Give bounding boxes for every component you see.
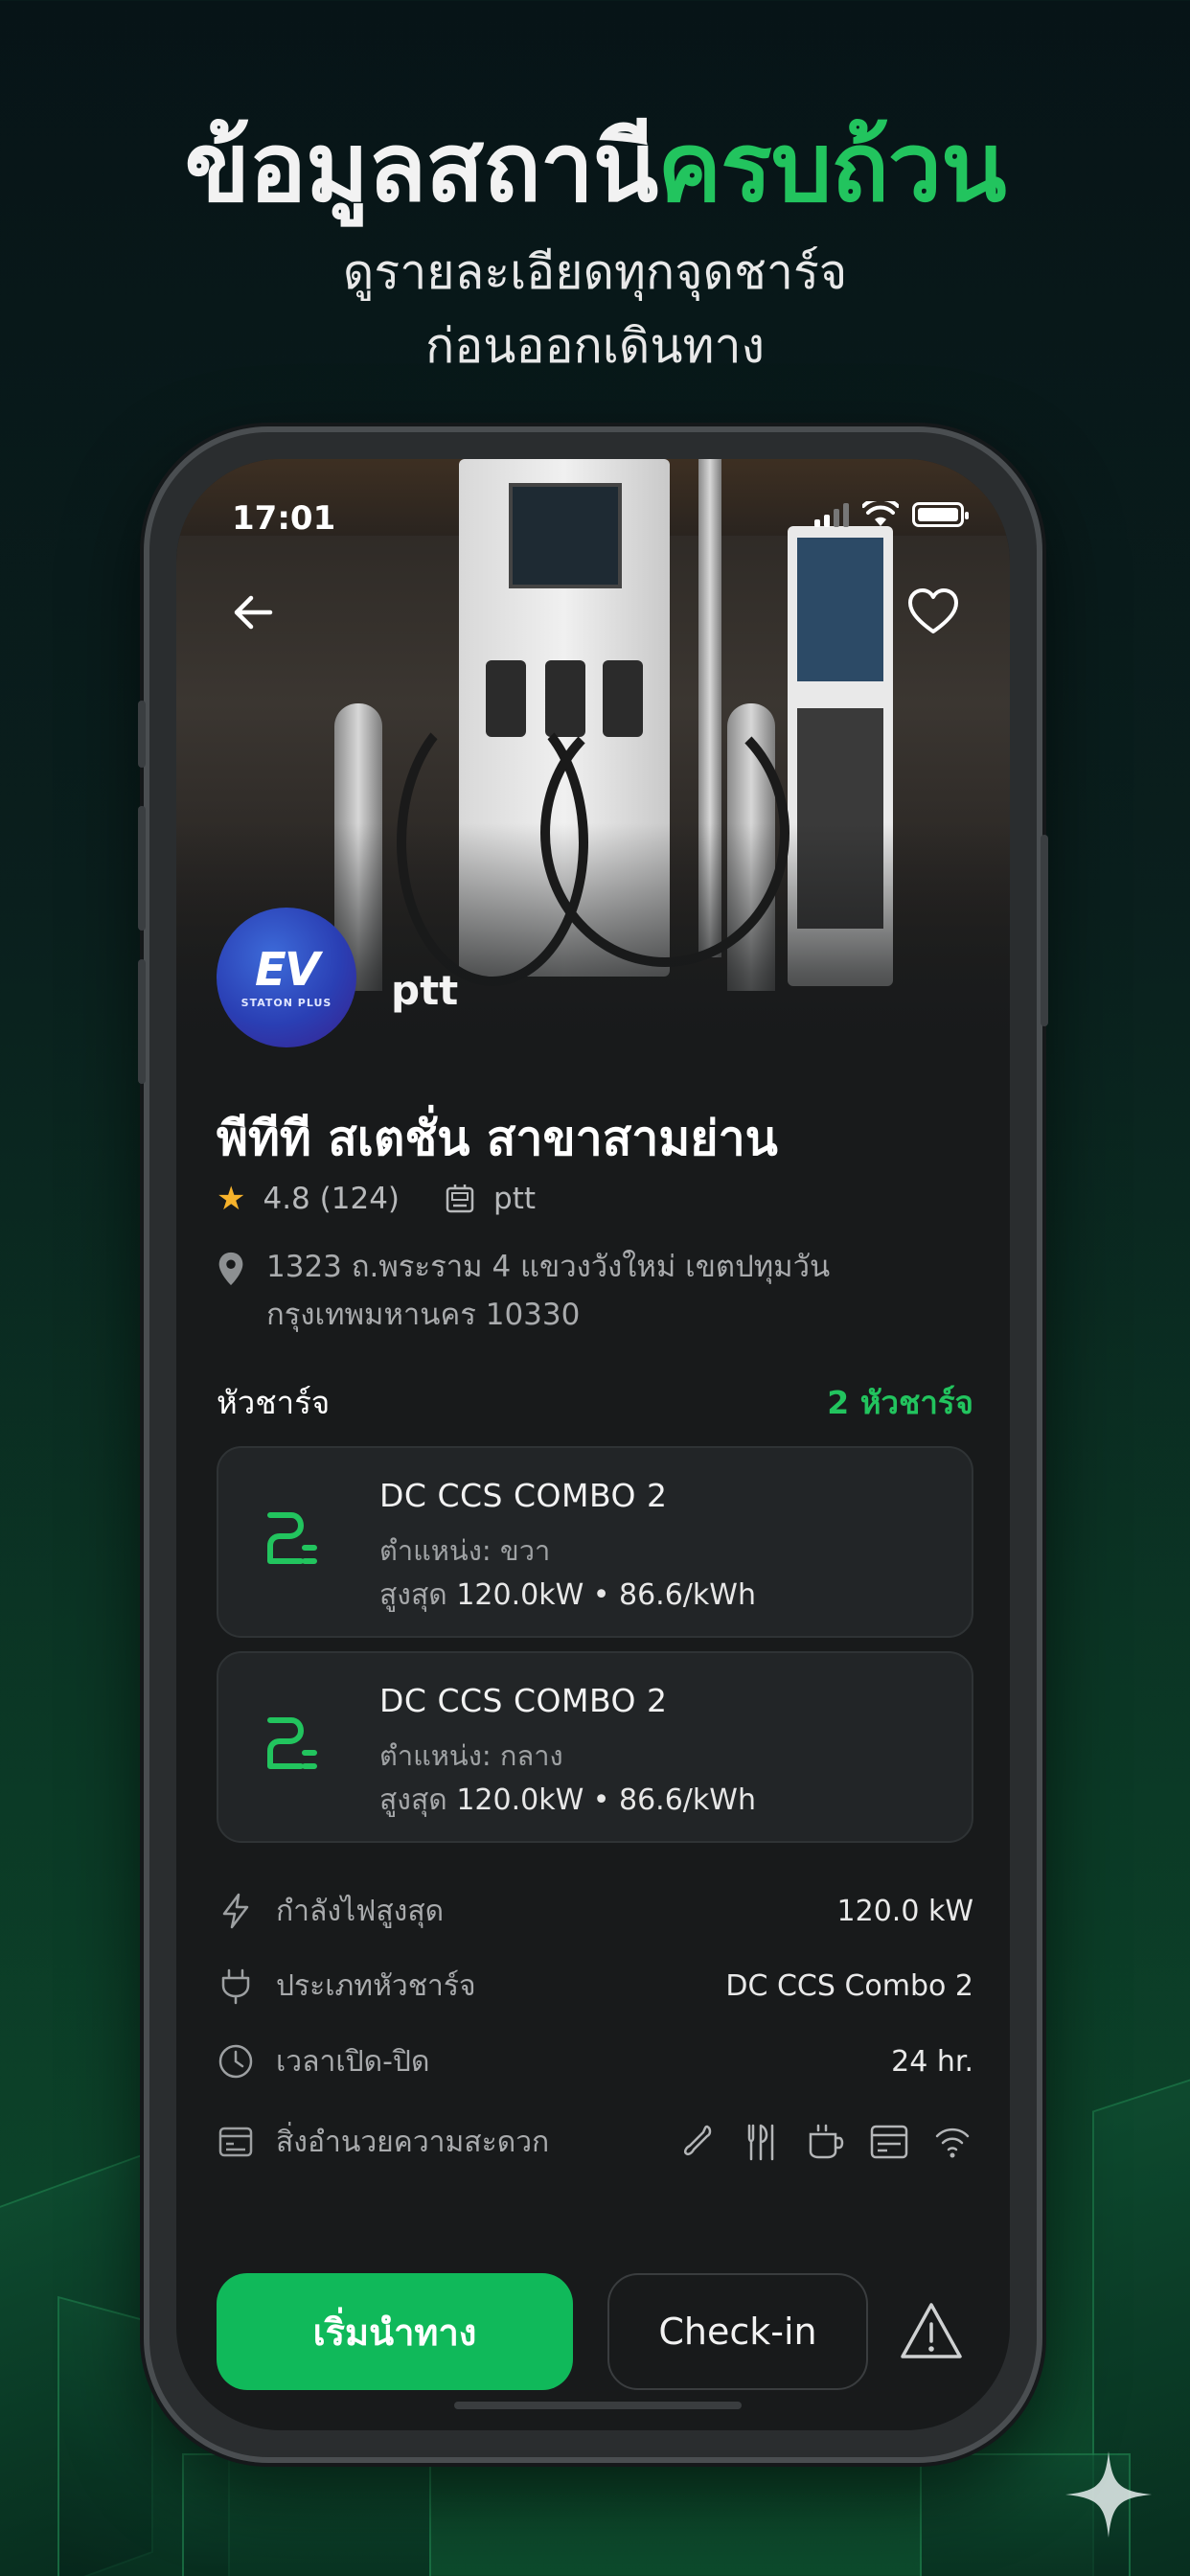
connector-spec: สูงสุด 120.0kW • 86.6/kWh <box>379 1783 756 1817</box>
home-indicator <box>454 2402 742 2409</box>
status-icons <box>814 501 969 528</box>
phone-side-button <box>138 701 146 768</box>
star-icon: ★ <box>217 1180 246 1218</box>
status-time: 17:01 <box>232 499 336 538</box>
start-navigation-button[interactable]: เริ่มนำทาง <box>217 2273 573 2390</box>
background-building <box>182 2453 431 2576</box>
review-count: (124) <box>319 1182 400 1216</box>
ev-plug-icon <box>267 1717 317 1769</box>
operator-name: ptt <box>391 967 459 1014</box>
ev-plug-icon <box>267 1512 317 1564</box>
signal-icon <box>814 502 849 527</box>
rating-value: 4.8 <box>263 1182 310 1216</box>
connector-position: ตำแหน่ง: กลาง <box>379 1739 563 1772</box>
report-warning-icon[interactable] <box>897 2297 966 2366</box>
toilet-icon <box>683 2125 712 2156</box>
wifi-status-icon <box>862 501 899 526</box>
amenity-icons <box>678 2121 973 2163</box>
connectors-count: 2 หัวชาร์จ <box>827 1384 973 1421</box>
address-line1: 1323 ถ.พระราม 4 แขวงวังใหม่ เขตปทุมวัน <box>266 1250 831 1284</box>
headline-white: ข้อมูลสถานี <box>184 111 659 223</box>
connectors-header: หัวชาร์จ 2 หัวชาร์จ <box>217 1377 973 1428</box>
detail-connector-type: ประเภทหัวชาร์จ DC CCS Combo 2 <box>217 1957 973 2014</box>
location-pin-icon <box>218 1252 243 1286</box>
operator-label: ptt <box>493 1182 537 1216</box>
plug-icon <box>221 1968 250 2005</box>
station-address: 1323 ถ.พระราม 4 แขวงวังใหม่ เขตปทุมวัน ก… <box>217 1243 830 1339</box>
phone-frame: 17:01 EV STATON PLUS ptt พีทีที สเตชั่น … <box>138 426 1048 2463</box>
favorite-heart-icon[interactable] <box>904 584 962 641</box>
coffee-icon <box>809 2124 844 2159</box>
restaurant-icon <box>747 2124 774 2161</box>
connector-name: DC CCS COMBO 2 <box>379 1477 668 1514</box>
wifi-icon <box>935 2128 970 2158</box>
station-logo: EV STATON PLUS <box>217 908 356 1047</box>
atm-icon <box>870 2125 908 2159</box>
connectors-label: หัวชาร์จ <box>217 1384 331 1421</box>
connector-position: ตำแหน่ง: ขวา <box>379 1534 551 1567</box>
charging-station-icon <box>446 1184 474 1213</box>
logo-text: EV <box>255 942 320 997</box>
connector-card[interactable]: DC CCS COMBO 2 ตำแหน่ง: ขวา สูงสุด 120.0… <box>217 1446 973 1638</box>
detail-max-power: กำลังไฟสูงสุด 120.0 kW <box>217 1882 973 1940</box>
sparkle-icon <box>1065 2451 1152 2538</box>
checkin-button[interactable]: Check-in <box>607 2273 868 2390</box>
connector-card[interactable]: DC CCS COMBO 2 ตำแหน่ง: กลาง สูงสุด 120.… <box>217 1651 973 1843</box>
back-arrow-icon[interactable] <box>224 584 282 641</box>
subheadline-line2: ก่อนออกเดินทาง <box>424 318 765 374</box>
logo-brand: STATON PLUS <box>240 996 332 1009</box>
store-icon <box>218 2127 253 2157</box>
lightning-icon <box>222 1893 249 1929</box>
connector-spec: สูงสุด 120.0kW • 86.6/kWh <box>379 1578 756 1612</box>
rating-row: ★ 4.8 (124) ptt <box>217 1180 536 1218</box>
page-headline: ข้อมูลสถานีครบถ้วน <box>0 91 1190 243</box>
app-screen: 17:01 EV STATON PLUS ptt พีทีที สเตชั่น … <box>176 459 1010 2430</box>
address-line2: กรุงเทพมหานคร 10330 <box>266 1298 581 1332</box>
clock-icon <box>218 2044 253 2079</box>
phone-side-button <box>1041 835 1048 1026</box>
detail-amenities: สิ่งอำนวยความสะดวก <box>217 2113 973 2171</box>
detail-hours: เวลาเปิด-ปิด 24 hr. <box>217 2033 973 2090</box>
phone-side-button <box>138 806 146 931</box>
headline-green: ครบถ้วน <box>657 111 1006 223</box>
subheadline-line1: ดูรายละเอียดทุกจุดชาร์จ <box>342 244 848 300</box>
phone-side-button <box>138 959 146 1084</box>
connector-name: DC CCS COMBO 2 <box>379 1682 668 1719</box>
battery-icon <box>912 502 969 527</box>
station-title: พีทีที สเตชั่น สาขาสามย่าน <box>217 1111 778 1166</box>
